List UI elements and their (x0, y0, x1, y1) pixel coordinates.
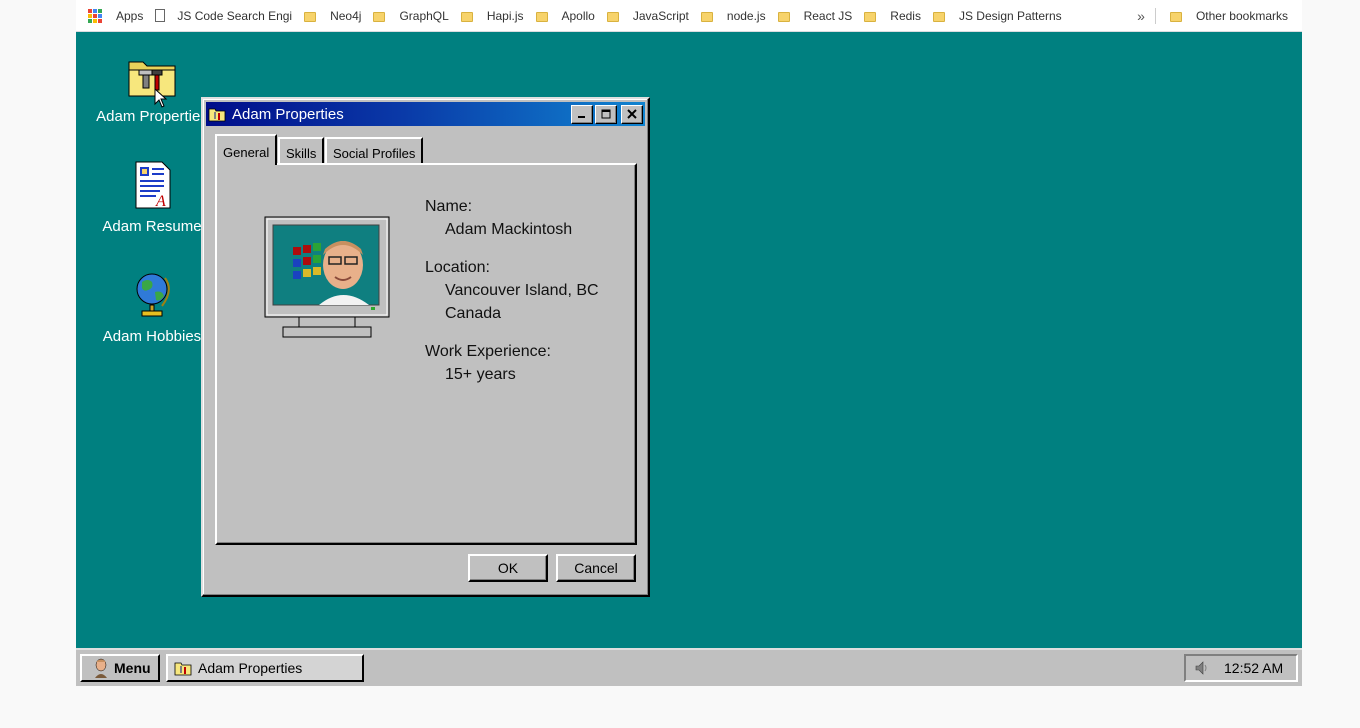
experience-value: 15+ years (445, 366, 516, 383)
bookmark-item[interactable]: Hapi.js (455, 4, 530, 28)
tab-label: Social Profiles (333, 146, 416, 161)
bookmark-apps[interactable]: Apps (76, 4, 149, 28)
experience-label: Work Experience: (425, 343, 551, 360)
location-value-line2: Canada (445, 305, 502, 322)
folder-icon (864, 11, 877, 22)
tab-panel-general: Name: Adam Mackintosh Location: Vancouve… (215, 163, 637, 545)
bookmark-label: Neo4j (330, 8, 362, 23)
bookmark-label: Other bookmarks (1195, 8, 1288, 23)
tab-general[interactable]: General (215, 134, 278, 165)
bookmark-label: JS Design Patterns (958, 8, 1062, 23)
folder-icon (373, 11, 386, 22)
start-menu-button[interactable]: Menu (80, 654, 160, 682)
menu-label: Menu (114, 660, 151, 676)
location-label: Location: (425, 259, 490, 276)
bookmark-item[interactable]: node.js (695, 4, 772, 28)
mouse-pointer-icon (154, 88, 168, 108)
bookmark-item[interactable]: Neo4j (298, 4, 367, 28)
minimize-icon (578, 116, 585, 118)
bookmarks-bar: Apps JS Code Search Engi Neo4j GraphQL H… (76, 0, 1302, 32)
folder-icon (606, 11, 619, 22)
other-bookmarks[interactable]: Other bookmarks (1164, 4, 1302, 28)
svg-text:A: A (155, 193, 166, 210)
general-info: Name: Adam Mackintosh Location: Vancouve… (425, 195, 599, 401)
properties-dialog: Adam Properties General Skills Social Pr… (201, 97, 650, 597)
bookmark-label: JS Code Search Engi (177, 8, 293, 23)
folder-icon (932, 11, 945, 22)
taskbar-item-adam-properties[interactable]: Adam Properties (166, 654, 364, 682)
computer-avatar-icon (264, 216, 390, 338)
tab-social-profiles[interactable]: Social Profiles (325, 137, 424, 165)
bookmark-label: Apollo (561, 8, 595, 23)
folder-icon (304, 11, 317, 22)
bookmark-label: React JS (803, 8, 853, 23)
bookmarks-overflow-button[interactable]: » (1129, 8, 1153, 24)
close-icon (627, 109, 637, 119)
bookmark-item[interactable]: Redis (858, 4, 927, 28)
clock: 12:52 AM (1224, 660, 1284, 676)
close-button[interactable] (621, 104, 643, 124)
bookmark-label: GraphQL (399, 8, 449, 23)
bookmark-item[interactable]: JS Code Search Engi (149, 4, 298, 28)
bookmark-item[interactable]: JS Design Patterns (927, 4, 1068, 28)
apps-grid-icon (88, 8, 102, 23)
bookmark-item[interactable]: GraphQL (367, 4, 454, 28)
tab-skills[interactable]: Skills (278, 137, 325, 165)
taskbar-item-label: Adam Properties (198, 660, 303, 676)
page-icon (155, 9, 166, 22)
properties-folder-icon (174, 662, 192, 676)
taskbar: Menu Adam Properties 12:52 AM (76, 648, 1302, 686)
folder-icon (535, 11, 548, 22)
location-value-line1: Vancouver Island, BC (445, 282, 599, 299)
properties-folder-icon (128, 61, 176, 97)
bookmark-label: JavaScript (632, 8, 689, 23)
tab-label: General (223, 145, 270, 160)
bookmark-label: node.js (726, 8, 766, 23)
bookmark-label: Hapi.js (486, 8, 524, 23)
bookmark-item[interactable]: React JS (772, 4, 859, 28)
folder-icon (777, 11, 790, 22)
ok-button[interactable]: OK (468, 554, 548, 582)
avatar-icon (95, 658, 107, 678)
bookmark-item[interactable]: JavaScript (601, 4, 695, 28)
bookmark-item[interactable]: Apollo (530, 4, 601, 28)
properties-folder-icon (208, 108, 226, 122)
folder-icon (460, 11, 473, 22)
system-tray: 12:52 AM (1184, 654, 1298, 682)
globe-icon (136, 273, 170, 317)
folder-icon (700, 11, 713, 22)
cancel-button[interactable]: Cancel (556, 554, 636, 582)
cancel-label: Cancel (574, 560, 618, 576)
folder-icon (1169, 11, 1182, 22)
name-label: Name: (425, 198, 473, 215)
dialog-titlebar[interactable]: Adam Properties (206, 102, 645, 126)
maximize-button[interactable] (595, 104, 617, 124)
maximize-icon (601, 109, 611, 119)
bookmarks-divider (1154, 7, 1156, 24)
tab-label: Skills (286, 146, 317, 161)
name-value: Adam Mackintosh (445, 221, 573, 238)
minimize-button[interactable] (571, 104, 593, 124)
bookmark-label: Apps (116, 8, 144, 23)
resume-document-icon: A (135, 161, 171, 210)
dialog-title: Adam Properties (232, 105, 344, 123)
speaker-icon[interactable] (1194, 660, 1210, 676)
bookmark-label: Redis (890, 8, 921, 23)
ok-label: OK (497, 560, 519, 576)
